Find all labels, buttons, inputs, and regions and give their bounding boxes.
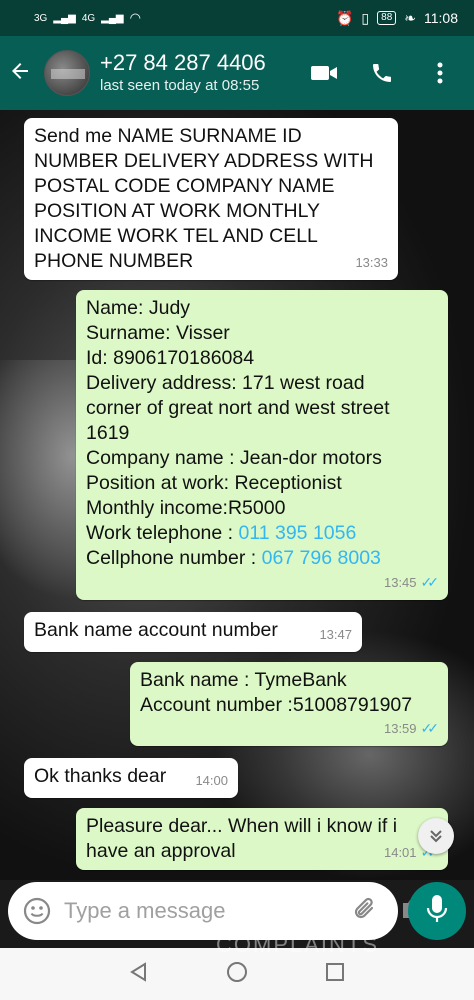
signal-label-4g: 4G — [81, 12, 96, 24]
signal-label-3g: 3G — [34, 12, 48, 24]
status-time: 11:08 — [424, 10, 458, 26]
message-text: Bank name : TymeBank Account number :510… — [140, 669, 413, 716]
paperclip-icon[interactable] — [352, 895, 378, 928]
message-text: Bank name account number — [34, 619, 278, 641]
nav-back-icon[interactable] — [128, 961, 150, 988]
more-vert-icon[interactable] — [426, 59, 454, 87]
signal-bars-icon: ▂▄▆ — [101, 12, 124, 24]
mic-button[interactable] — [408, 882, 466, 940]
alarm-icon: ⏰ — [335, 9, 354, 26]
video-call-icon[interactable] — [310, 59, 338, 87]
chat-header: +27 84 287 4406 last seen today at 08:55 — [0, 36, 474, 110]
message-time: 13:59 — [383, 721, 417, 736]
message-outgoing[interactable]: Bank name : TymeBank Account number :510… — [130, 662, 448, 746]
emoji-icon[interactable] — [22, 896, 52, 926]
leaf-icon: ❧ — [404, 9, 416, 26]
wifi-icon: ◠ — [129, 10, 141, 25]
message-incoming[interactable]: Bank name account number 13:47 — [24, 612, 362, 652]
battery-indicator: 88 — [377, 11, 397, 25]
contact-name: +27 84 287 4406 — [100, 50, 266, 75]
message-line: corner of great nort and west street — [86, 397, 390, 419]
avatar[interactable] — [44, 50, 90, 96]
message-input[interactable] — [64, 898, 352, 924]
message-time: 13:33 — [355, 255, 388, 270]
message-time: 14:01 — [383, 845, 417, 860]
signal-indicators: 3G ▂▄▆ 4G ▂▄▆ ◠ — [34, 10, 141, 26]
message-time: 13:47 — [319, 627, 352, 642]
message-incoming[interactable]: Send me NAME SURNAME ID NUMBER DELIVERY … — [24, 118, 398, 280]
message-line: Delivery address: 171 west road — [86, 372, 365, 394]
message-line: Work telephone : 011 395 1056 — [86, 521, 438, 546]
status-bar: 3G ▂▄▆ 4G ▂▄▆ ◠ ⏰ ▯ 88 ❧ 11:08 — [0, 0, 474, 36]
message-line: 1619 — [86, 422, 130, 444]
message-composer — [8, 882, 425, 940]
message-time: 14:00 — [195, 773, 228, 788]
read-ticks-icon: ✓✓ — [420, 720, 440, 736]
message-line: Company name : Jean-dor motors — [86, 447, 382, 469]
signal-bars-icon: ▂▄▆ — [53, 12, 76, 24]
mic-icon — [426, 894, 448, 929]
last-seen-status: last seen today at 08:55 — [100, 77, 260, 94]
message-time: 13:45 — [383, 575, 417, 590]
message-text: Send me NAME SURNAME ID NUMBER DELIVERY … — [34, 125, 379, 272]
work-tel-link[interactable]: 011 395 1056 — [238, 522, 356, 544]
message-line: Position at work: Receptionist — [86, 472, 342, 494]
chevron-double-down-icon[interactable] — [418, 818, 454, 854]
message-line: Cellphone number : 067 796 8003 — [86, 546, 438, 571]
work-tel-label: Work telephone : — [86, 522, 239, 544]
vibrate-icon: ▯ — [361, 9, 370, 26]
cell-label: Cellphone number : — [86, 547, 262, 569]
read-ticks-icon: ✓✓ — [420, 574, 440, 590]
nav-recents-icon[interactable] — [324, 961, 346, 988]
message-line: Surname: Visser — [86, 322, 230, 344]
message-outgoing[interactable]: Pleasure dear... When will i know if i h… — [76, 808, 448, 870]
message-line: Name: Judy — [86, 297, 191, 319]
contact-info[interactable]: +27 84 287 4406 last seen today at 08:55 — [100, 50, 310, 96]
arrow-left-icon[interactable] — [8, 59, 44, 88]
message-incoming[interactable]: Ok thanks dear 14:00 — [24, 758, 238, 798]
chat-area[interactable]: Send me NAME SURNAME ID NUMBER DELIVERY … — [0, 110, 474, 880]
phone-icon[interactable] — [368, 59, 396, 87]
message-line: Id: 8906170186084 — [86, 347, 255, 369]
cell-link[interactable]: 067 796 8003 — [262, 547, 381, 569]
message-outgoing[interactable]: Name: Judy Surname: Visser Id: 890617018… — [76, 290, 448, 600]
nav-home-icon[interactable] — [226, 961, 248, 988]
message-line: Monthly income:R5000 — [86, 497, 286, 519]
